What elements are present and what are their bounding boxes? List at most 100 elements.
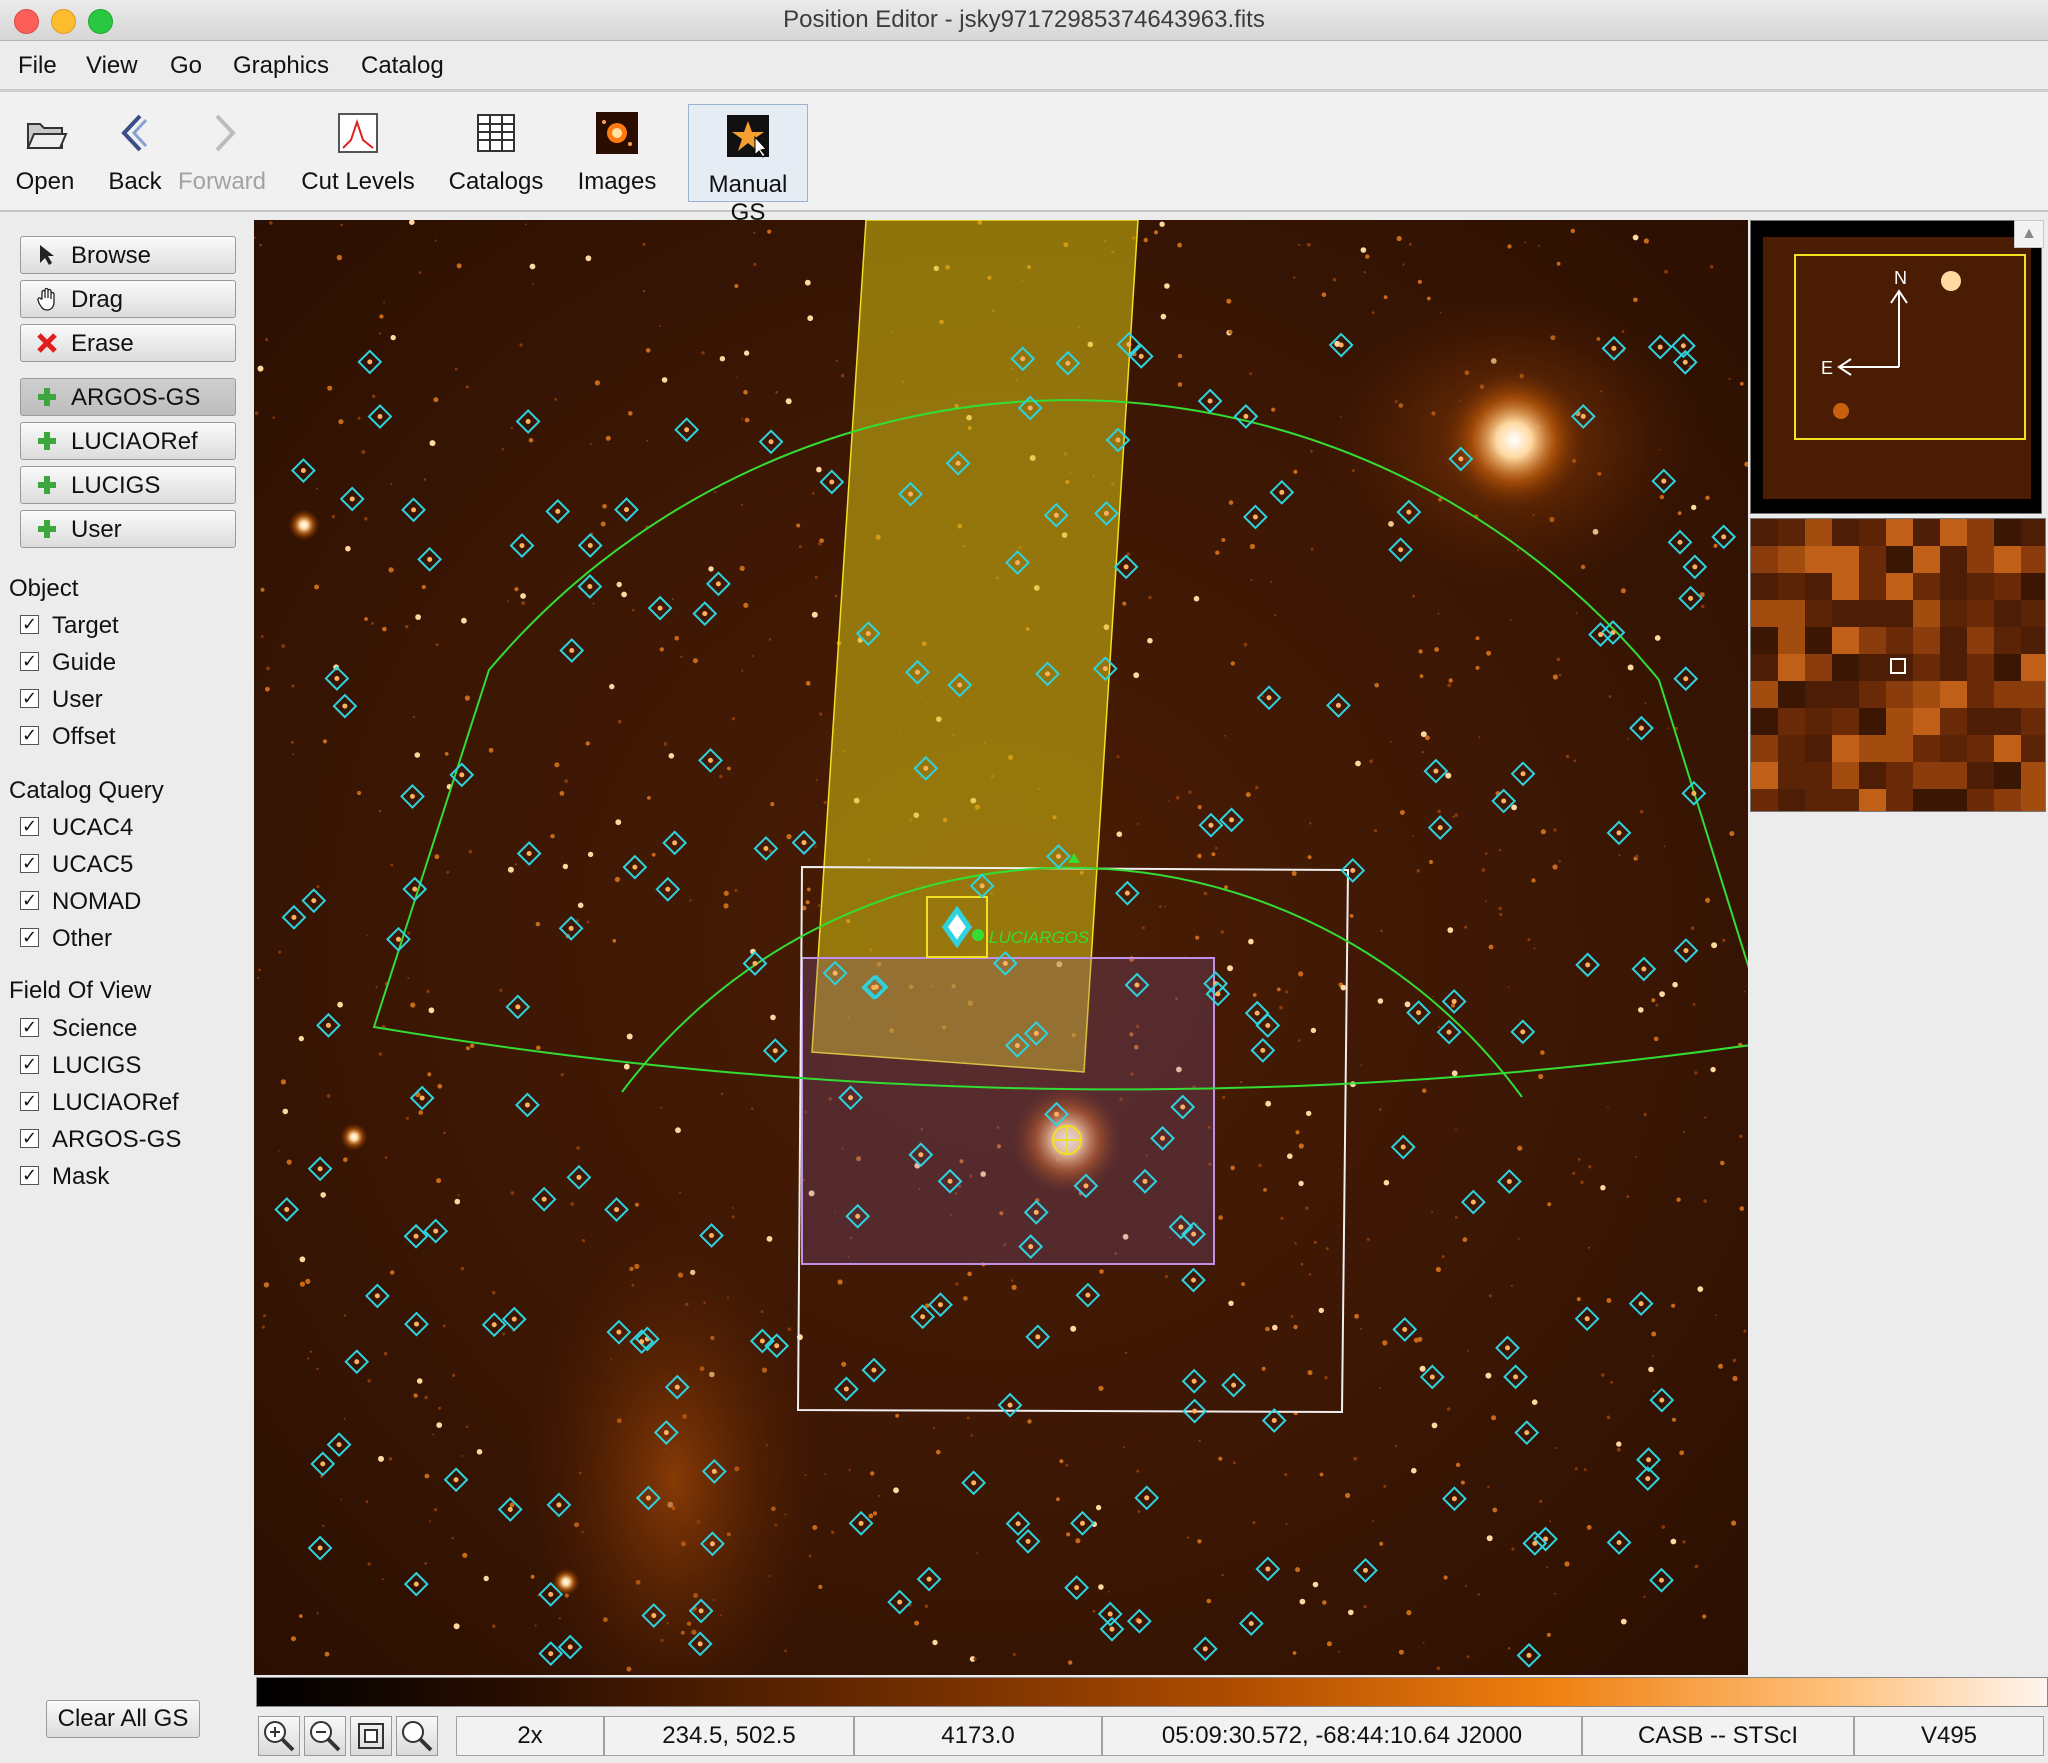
background-star xyxy=(1307,1370,1313,1376)
background-star xyxy=(1477,1593,1481,1596)
checkbox-box[interactable]: ✓ xyxy=(20,615,39,634)
images-button[interactable]: Images xyxy=(558,102,676,202)
zoom-out-button[interactable] xyxy=(304,1716,346,1756)
checkbox-box[interactable]: ✓ xyxy=(20,928,39,947)
target-dot xyxy=(972,929,984,941)
checkbox-box[interactable]: ✓ xyxy=(20,652,39,671)
background-star xyxy=(1249,543,1255,550)
background-star xyxy=(1651,998,1656,1003)
checkbox-box[interactable]: ✓ xyxy=(20,1166,39,1185)
background-star xyxy=(434,239,437,242)
clear-all-gs-button[interactable]: Clear All GS xyxy=(46,1700,200,1738)
background-star xyxy=(1276,987,1281,992)
background-star xyxy=(454,1198,461,1205)
background-star xyxy=(1437,809,1441,814)
background-star xyxy=(298,1614,303,1618)
image-canvas[interactable]: LUCIARGOS xyxy=(254,220,1748,1675)
magnified-pixel xyxy=(1778,681,1805,708)
erase-tool-button[interactable]: Erase xyxy=(20,324,236,362)
background-star xyxy=(1539,1499,1543,1504)
manual-gs-button[interactable]: Manual GS xyxy=(688,104,808,226)
background-star xyxy=(734,888,738,893)
menu-view[interactable]: View xyxy=(86,52,138,80)
background-star xyxy=(1416,869,1421,873)
background-star xyxy=(723,903,729,909)
magnified-pixel xyxy=(1994,546,2021,573)
background-star xyxy=(1447,683,1452,688)
background-star xyxy=(299,1281,305,1287)
background-star xyxy=(1710,265,1714,269)
magnified-pixel xyxy=(1859,546,1886,573)
background-star xyxy=(424,1473,430,1479)
argos-gs-tool-button[interactable]: ARGOS-GS xyxy=(20,378,236,416)
user-tool-button[interactable]: User xyxy=(20,510,236,548)
checkbox-box[interactable]: ✓ xyxy=(20,817,39,836)
background-star xyxy=(554,762,560,768)
magnified-pixel xyxy=(1832,789,1859,811)
catalog-star-dot xyxy=(515,1004,521,1010)
bright-cluster xyxy=(1444,370,1584,510)
background-star xyxy=(1122,601,1127,606)
zoom-fit-button[interactable] xyxy=(350,1716,392,1756)
background-star xyxy=(1372,1520,1374,1523)
background-star xyxy=(817,904,821,907)
lucigs-tool-button[interactable]: LUCIGS xyxy=(20,466,236,504)
browse-tool-button[interactable]: Browse xyxy=(20,236,236,274)
checkbox-box[interactable]: ✓ xyxy=(20,1055,39,1074)
scroll-up-button[interactable]: ▲ xyxy=(2014,220,2044,248)
menu-graphics[interactable]: Graphics xyxy=(233,52,329,80)
catalog-star-dot xyxy=(1520,771,1526,777)
checkbox-box[interactable]: ✓ xyxy=(20,726,39,745)
forward-button[interactable]: Forward xyxy=(163,102,281,202)
background-star xyxy=(1531,878,1536,883)
background-star xyxy=(1694,1071,1698,1075)
drag-tool-button[interactable]: Drag xyxy=(20,280,236,318)
catalogs-button[interactable]: Catalogs xyxy=(437,102,555,202)
background-star xyxy=(1421,750,1425,754)
background-star xyxy=(1475,665,1480,670)
background-star xyxy=(257,976,260,979)
catalog-star-dot xyxy=(555,508,561,514)
catalog-star-dot xyxy=(419,1095,425,1101)
zoom-in-button[interactable] xyxy=(258,1716,300,1756)
checkbox-box[interactable]: ✓ xyxy=(20,1092,39,1111)
mask-fov[interactable] xyxy=(801,957,1215,1265)
background-star xyxy=(1408,242,1412,246)
zoom-actual-button[interactable] xyxy=(396,1716,438,1756)
magnified-pixel xyxy=(1751,654,1778,681)
catalog-star-dot xyxy=(1208,822,1214,828)
magnified-pixel xyxy=(1994,735,2021,762)
checkbox-box[interactable]: ✓ xyxy=(20,689,39,708)
catalog-star-dot xyxy=(1584,1316,1590,1322)
catalog-star-dot xyxy=(1002,960,1008,966)
checkbox-box[interactable]: ✓ xyxy=(20,1018,39,1037)
menu-file[interactable]: File xyxy=(18,52,57,80)
cut-levels-button[interactable]: Cut Levels xyxy=(299,102,417,202)
north-label: N xyxy=(1894,268,1907,288)
background-star xyxy=(1417,279,1422,284)
catalog-star-dot xyxy=(848,1095,854,1101)
background-star xyxy=(743,350,750,356)
background-star xyxy=(1556,657,1561,662)
background-star xyxy=(1454,813,1458,817)
east-label: E xyxy=(1821,358,1833,378)
catalog-star-dot xyxy=(1083,1183,1089,1189)
background-star xyxy=(1425,735,1430,741)
background-star xyxy=(609,683,615,690)
background-star xyxy=(1488,944,1494,950)
background-star xyxy=(870,1471,875,1476)
background-star xyxy=(298,1035,304,1042)
menu-catalog[interactable]: Catalog xyxy=(361,52,444,80)
catalog-star-dot xyxy=(1033,1030,1039,1036)
menu-go[interactable]: Go xyxy=(170,52,202,80)
checkbox-box[interactable]: ✓ xyxy=(20,891,39,910)
luciaoref-tool-button[interactable]: LUCIAORef xyxy=(20,422,236,460)
panner-view[interactable]: N E xyxy=(1750,220,2042,514)
checkbox-box[interactable]: ✓ xyxy=(20,854,39,873)
background-star xyxy=(1478,736,1481,739)
checkbox-box[interactable]: ✓ xyxy=(20,1129,39,1148)
background-star xyxy=(1274,614,1277,617)
colorbar[interactable] xyxy=(256,1677,2048,1707)
background-star xyxy=(314,584,320,590)
catalog-star-dot xyxy=(569,647,575,653)
